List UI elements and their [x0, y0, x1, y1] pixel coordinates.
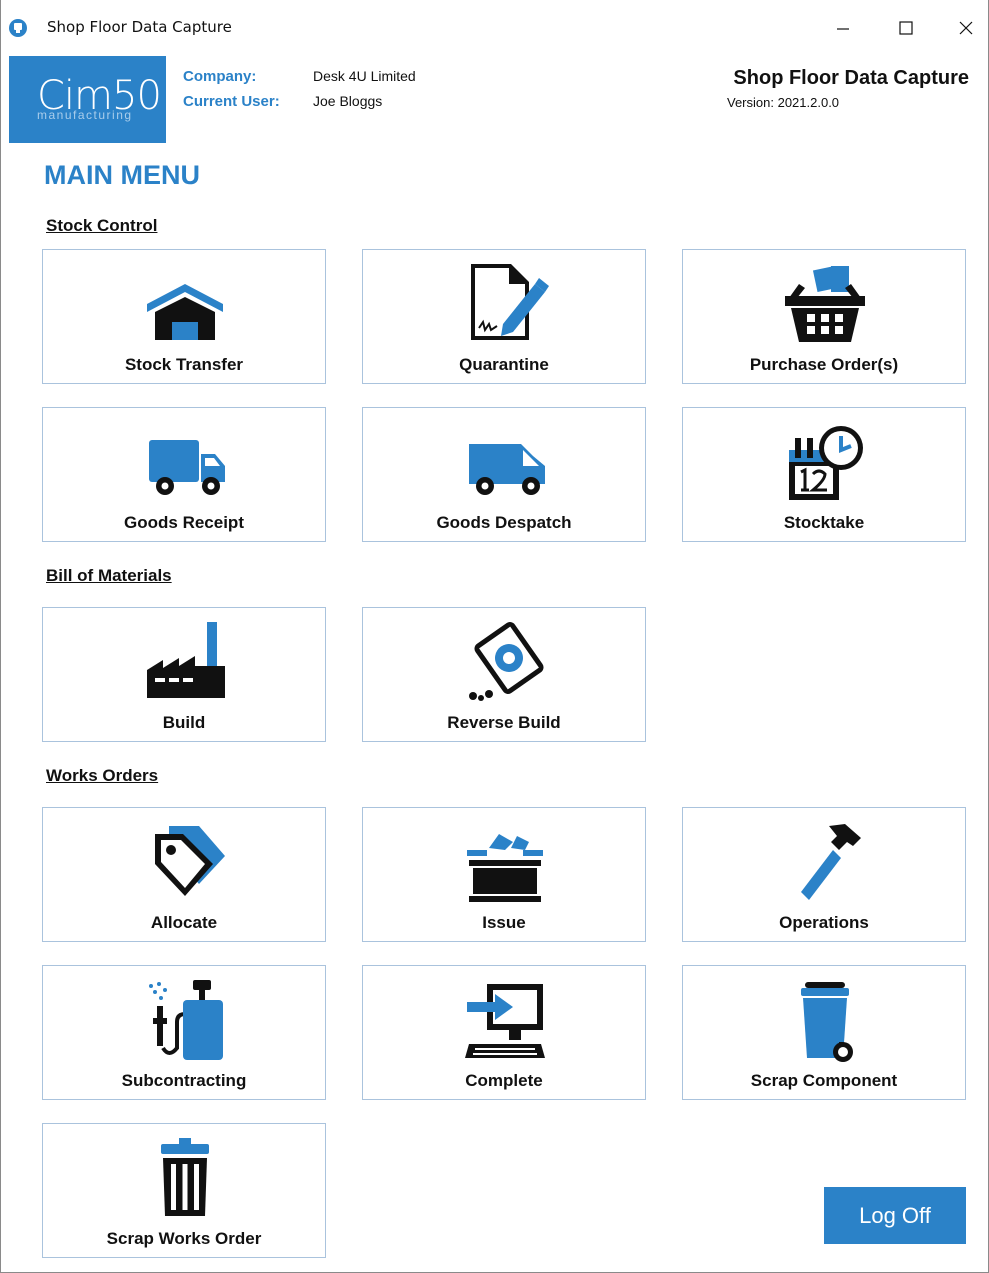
section-works-orders: Works Orders [46, 766, 159, 785]
scrap-component-label: Scrap Component [750, 1071, 898, 1090]
close-button[interactable] [943, 10, 989, 46]
tags-icon [155, 826, 225, 896]
issue-label: Issue [482, 913, 526, 932]
complete-button[interactable]: Complete [362, 965, 646, 1100]
hammer-icon [801, 824, 861, 900]
company-value: Desk 4U Limited [313, 68, 416, 84]
signed-document-icon [471, 264, 549, 340]
maximize-icon [899, 21, 913, 35]
reverse-build-label: Reverse Build [447, 713, 561, 732]
section-stock-control: Stock Control [46, 216, 158, 235]
version-text: Version: 2021.2.0.0 [727, 95, 840, 110]
van-icon [469, 444, 545, 495]
stock-transfer-label: Stock Transfer [124, 355, 244, 374]
sprayer-icon [149, 980, 223, 1060]
recycle-tablet-icon [469, 622, 544, 701]
title-bar: Shop Floor Data Capture [0, 0, 989, 56]
trash-can-icon [161, 1138, 209, 1216]
scrap-works-order-label: Scrap Works Order [106, 1229, 262, 1248]
goods-despatch-button[interactable]: Goods Despatch [362, 407, 646, 542]
goods-receipt-label: Goods Receipt [124, 513, 244, 532]
company-label: Company: [183, 68, 257, 85]
main-menu-heading: MAIN MENU [44, 160, 200, 190]
minimize-icon [837, 28, 849, 30]
maximize-button[interactable] [883, 10, 929, 46]
section-bill-of-materials: Bill of Materials [46, 566, 172, 585]
subcontracting-label: Subcontracting [121, 1071, 247, 1090]
purchase-orders-label: Purchase Order(s) [749, 355, 899, 374]
factory-icon [147, 622, 225, 698]
complete-label: Complete [465, 1071, 543, 1090]
close-icon [959, 21, 973, 35]
minimize-button[interactable] [820, 10, 866, 46]
purchase-orders-button[interactable]: Purchase Order(s) [682, 249, 966, 384]
calendar-clock-icon [789, 426, 863, 500]
window-title: Shop Floor Data Capture [47, 18, 232, 36]
shopping-basket-icon [785, 265, 865, 342]
scrap-component-button[interactable]: Scrap Component [682, 965, 966, 1100]
reverse-build-button[interactable]: Reverse Build [362, 607, 646, 742]
computer-login-icon [465, 984, 545, 1058]
issue-button[interactable]: Issue [362, 807, 646, 942]
operations-button[interactable]: Operations [682, 807, 966, 942]
open-box-icon [467, 834, 543, 902]
stock-transfer-button[interactable]: Stock Transfer [42, 249, 326, 384]
operations-label: Operations [779, 913, 869, 932]
truck-icon [149, 440, 225, 495]
goods-despatch-label: Goods Despatch [436, 513, 572, 532]
build-label: Build [162, 713, 206, 732]
current-user-label: Current User: [183, 93, 280, 110]
scrap-works-order-button[interactable]: Scrap Works Order [42, 1123, 326, 1258]
stocktake-button[interactable]: Stocktake [682, 407, 966, 542]
allocate-label: Allocate [150, 913, 218, 932]
stocktake-label: Stocktake [783, 513, 865, 532]
quarantine-button[interactable]: Quarantine [362, 249, 646, 384]
logo-subtext: manufacturing [37, 108, 133, 122]
cim50-logo: Cim50 manufacturing [9, 56, 166, 143]
allocate-button[interactable]: Allocate [42, 807, 326, 942]
app-icon [9, 19, 27, 37]
goods-receipt-button[interactable]: Goods Receipt [42, 407, 326, 542]
wheelie-bin-icon [801, 982, 853, 1062]
log-off-button[interactable]: Log Off [824, 1187, 966, 1244]
app-title: Shop Floor Data Capture [733, 67, 969, 89]
quarantine-label: Quarantine [459, 355, 549, 374]
subcontracting-button[interactable]: Subcontracting [42, 965, 326, 1100]
warehouse-icon [147, 284, 223, 340]
build-button[interactable]: Build [42, 607, 326, 742]
current-user-value: Joe Bloggs [313, 93, 383, 109]
